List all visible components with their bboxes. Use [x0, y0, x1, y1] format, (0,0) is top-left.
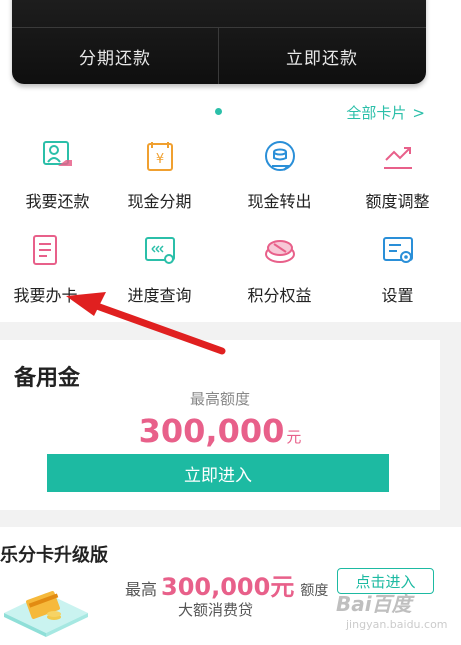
grid-item-points-benefits[interactable]: 积分权益 — [222, 220, 337, 314]
cash-installment-icon: ¥ — [146, 142, 173, 171]
progress-query-icon — [144, 237, 175, 264]
svg-text:¥: ¥ — [155, 152, 163, 167]
repay-icon — [42, 141, 72, 166]
carousel-indicator-row: 全部卡片 > — [0, 100, 461, 126]
grid-item-label: 进度查询 — [127, 286, 192, 305]
lefen-limit-line: 最高 300,000元 额度 — [125, 567, 328, 602]
limit-prefix: 最高 — [125, 580, 158, 599]
limit-amount: 300,000元 — [161, 573, 295, 601]
max-limit-amount: 300,000 元 — [0, 412, 440, 450]
grid-item-cash-transfer[interactable]: 现金转出 — [222, 126, 337, 220]
function-grid: 我要还款 ¥ 现金分期 现金转出 额度调整 我要办卡 进度查询 积分权益 设置 — [0, 126, 461, 322]
grid-item-cash-installment[interactable]: ¥ 现金分期 — [102, 126, 217, 220]
card-panel: 分期还款 立即还款 — [0, 0, 461, 100]
grid-item-label: 现金分期 — [127, 192, 192, 211]
limit-adjust-icon — [383, 147, 412, 169]
limit-suffix: 额度 — [300, 583, 329, 599]
cash-transfer-icon — [264, 141, 295, 171]
settings-icon — [382, 237, 413, 263]
all-cards-label: 全部卡片 — [346, 104, 407, 122]
enter-now-button[interactable]: 立即进入 — [47, 454, 389, 492]
credit-card-banner: 分期还款 立即还款 — [12, 0, 426, 84]
installment-repay-button[interactable]: 分期还款 — [12, 28, 218, 84]
all-cards-link[interactable]: 全部卡片 > — [346, 102, 425, 123]
grid-item-apply-card[interactable]: 我要办卡 — [0, 220, 103, 314]
grid-item-label: 现金转出 — [247, 192, 312, 211]
loan-description: 大额消费贷 — [178, 601, 254, 619]
grid-item-label: 设置 — [381, 286, 414, 305]
page-indicator-dot — [215, 108, 222, 115]
repay-now-button[interactable]: 立即还款 — [219, 28, 425, 84]
grid-item-repay[interactable]: 我要还款 — [0, 126, 115, 220]
grid-item-limit-adjust[interactable]: 额度调整 — [340, 126, 455, 220]
chevron-right-icon: > — [412, 104, 425, 122]
amount-unit: 元 — [286, 428, 302, 446]
grid-item-label: 积分权益 — [247, 286, 312, 305]
grid-item-settings[interactable]: 设置 — [340, 220, 455, 314]
lefen-card-title: 乐分卡升级版 — [0, 545, 108, 566]
points-benefits-icon — [264, 240, 295, 263]
baidu-watermark-url: jingyan.baidu.com — [346, 618, 448, 631]
grid-item-progress-query[interactable]: 进度查询 — [102, 220, 217, 314]
apply-card-icon — [32, 235, 57, 265]
baidu-watermark-logo: Bai百度 — [336, 592, 412, 616]
grid-item-label: 我要办卡 — [13, 286, 78, 305]
standby-fund-card: 备用金 最高额度 300,000 元 立即进入 — [0, 340, 440, 510]
max-limit-label: 最高额度 — [189, 390, 250, 408]
card-illustration-icon — [4, 591, 88, 637]
amount-value: 300,000 — [138, 412, 285, 450]
grid-item-label: 额度调整 — [365, 192, 430, 211]
grid-item-label: 我要还款 — [25, 192, 90, 211]
